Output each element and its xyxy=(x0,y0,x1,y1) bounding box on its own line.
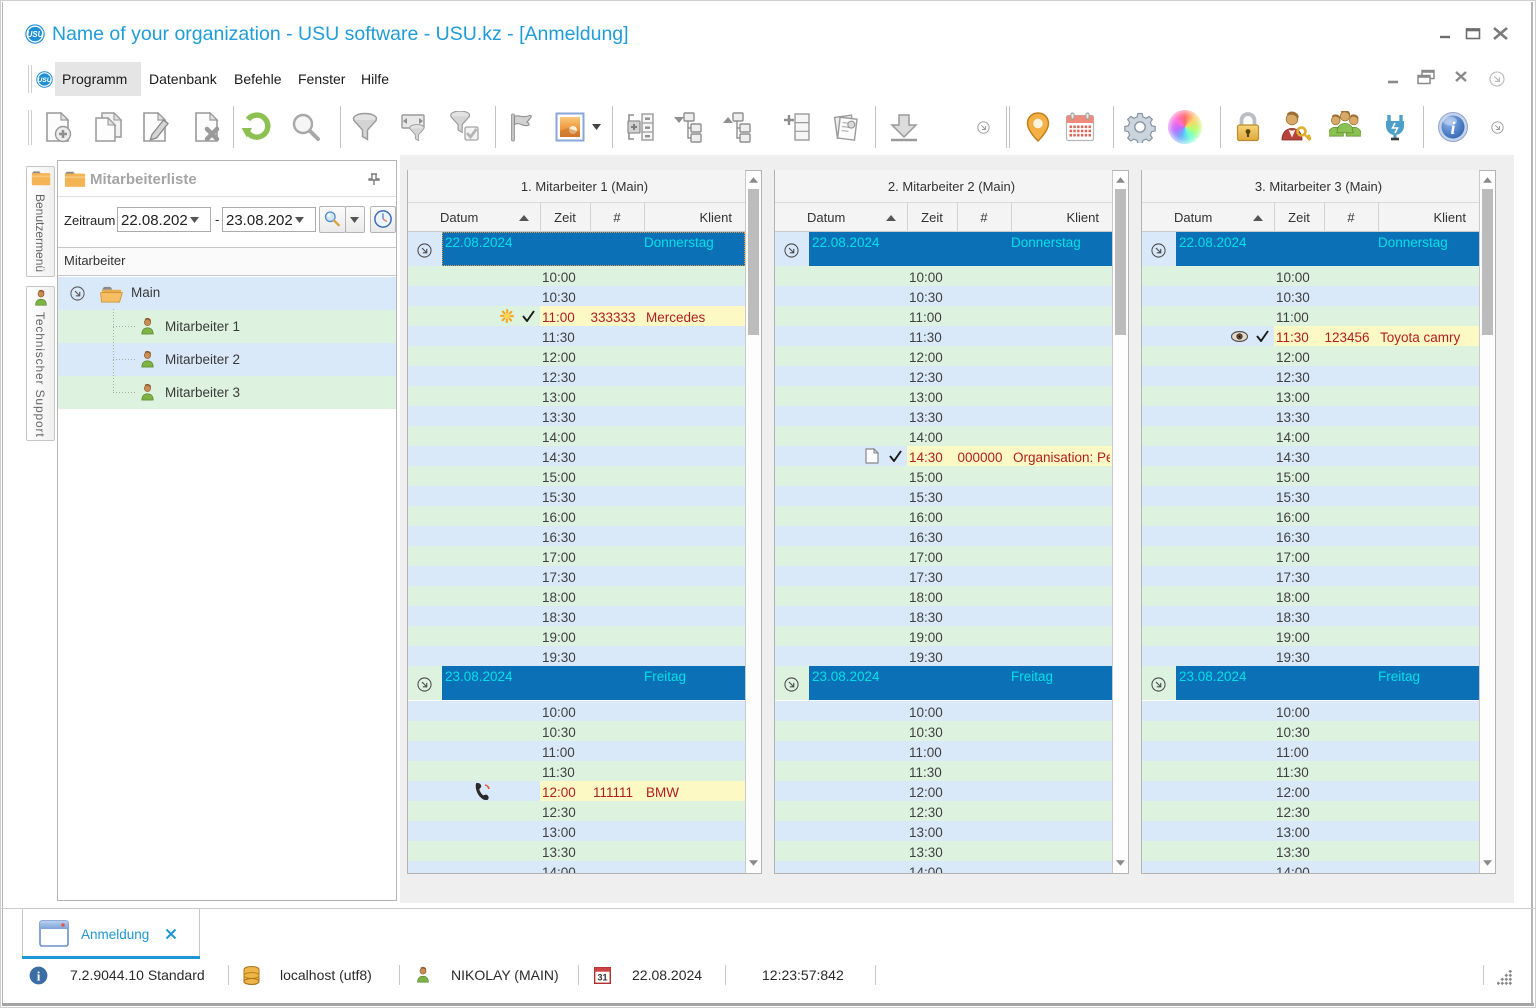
svg-text:31: 31 xyxy=(597,973,607,983)
svg-text:USU: USU xyxy=(27,30,44,39)
svg-text:i: i xyxy=(37,968,41,983)
svg-text:USU: USU xyxy=(38,77,52,84)
svg-text:i: i xyxy=(1450,118,1455,138)
